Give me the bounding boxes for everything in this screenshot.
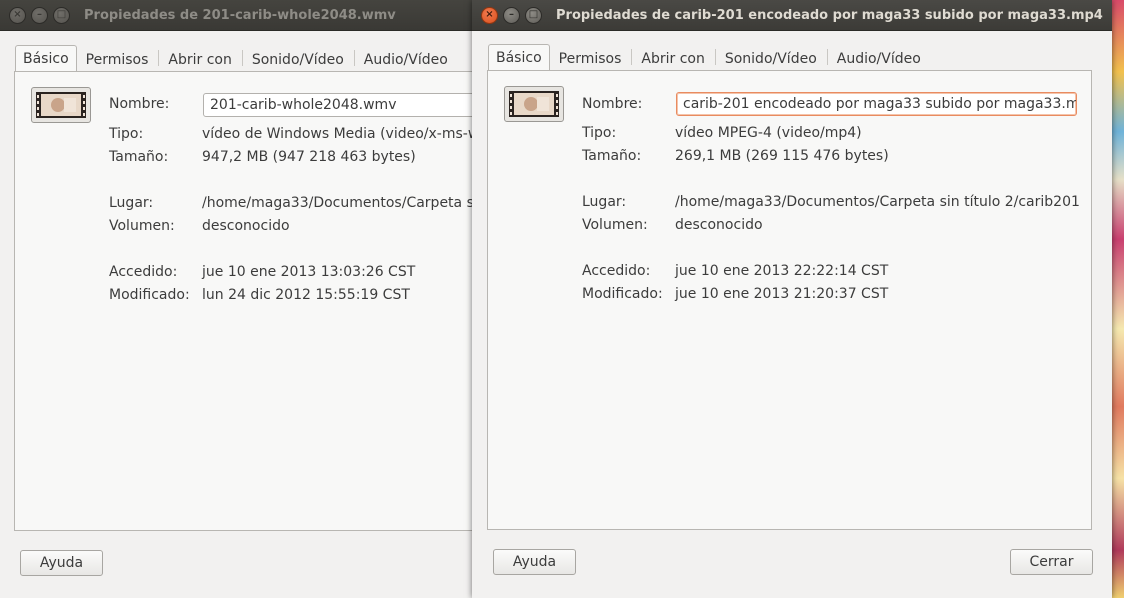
tab-basico[interactable]: Básico (15, 45, 77, 72)
window-title: Propiedades de 201-carib-whole2048.wmv (84, 7, 396, 23)
size-label: Tamaño: (582, 148, 642, 164)
tab-separator (353, 50, 355, 66)
name-field[interactable]: 201-carib-whole2048.wmv (203, 93, 478, 117)
maximize-icon: □ (528, 9, 539, 20)
tab-separator (714, 49, 716, 65)
properties-window-mp4: × – □ Propiedades de carib-201 encodeado… (472, 0, 1112, 598)
volume-label: Volumen: (582, 217, 648, 233)
maximize-window-button[interactable]: □ (53, 6, 70, 24)
close-window-button[interactable]: × (481, 6, 498, 24)
window-titlebar[interactable]: × – □ Propiedades de carib-201 encodeado… (472, 0, 1112, 31)
accessed-value: jue 10 ene 2013 13:03:26 CST (202, 264, 416, 280)
video-thumbnail-icon (36, 92, 86, 118)
name-label: Nombre: (582, 96, 643, 112)
accessed-label: Accedido: (582, 263, 651, 279)
accessed-label: Accedido: (109, 264, 178, 280)
modified-value: lun 24 dic 2012 15:55:19 CST (202, 287, 410, 303)
location-label: Lugar: (582, 194, 627, 210)
window-title: Propiedades de carib-201 encodeado por m… (556, 7, 1103, 23)
modified-label: Modificado: (582, 286, 663, 302)
close-icon: × (13, 9, 22, 20)
close-button[interactable]: Cerrar (1010, 549, 1093, 575)
tab-permisos[interactable]: Permisos (78, 47, 157, 71)
maximize-window-button[interactable]: □ (525, 6, 542, 24)
tab-bar: Básico Permisos Abrir con Sonido/Vídeo A… (15, 44, 457, 72)
tab-separator (158, 50, 160, 66)
volume-value: desconocido (675, 217, 763, 233)
tab-sonido-video[interactable]: Sonido/Vídeo (244, 47, 352, 71)
minimize-icon: – (37, 9, 42, 20)
modified-value: jue 10 ene 2013 21:20:37 CST (675, 286, 889, 302)
help-button[interactable]: Ayuda (20, 550, 103, 576)
accessed-value: jue 10 ene 2013 22:22:14 CST (675, 263, 889, 279)
desktop-wallpaper (1112, 0, 1124, 598)
tab-separator (241, 50, 243, 66)
tab-abrir-con[interactable]: Abrir con (633, 46, 712, 70)
type-label: Tipo: (582, 125, 617, 141)
volume-label: Volumen: (109, 218, 175, 234)
location-value: /home/maga33/Documentos/Carpeta sin títu… (202, 195, 478, 211)
close-icon: × (485, 9, 494, 20)
size-value: 269,1 MB (269 115 476 bytes) (675, 148, 889, 164)
minimize-icon: – (509, 9, 514, 20)
window-titlebar[interactable]: × – □ Propiedades de 201-carib-whole2048… (0, 0, 478, 31)
volume-value: desconocido (202, 218, 290, 234)
location-value: /home/maga33/Documentos/Carpeta sin títu… (675, 194, 1080, 210)
tab-audio-video[interactable]: Audio/Vídeo (829, 46, 929, 70)
modified-label: Modificado: (109, 287, 190, 303)
name-label: Nombre: (109, 96, 170, 112)
tab-bar: Básico Permisos Abrir con Sonido/Vídeo A… (488, 43, 930, 71)
name-field[interactable]: carib-201 encodeado por maga33 subido po… (676, 92, 1077, 116)
location-label: Lugar: (109, 195, 154, 211)
tab-basico[interactable]: Básico (488, 44, 550, 71)
file-thumbnail (31, 87, 91, 123)
help-button[interactable]: Ayuda (493, 549, 576, 575)
minimize-window-button[interactable]: – (31, 6, 48, 24)
tab-separator (631, 49, 633, 65)
type-value: vídeo MPEG-4 (video/mp4) (675, 125, 862, 141)
tab-permisos[interactable]: Permisos (551, 46, 630, 70)
close-window-button[interactable]: × (9, 6, 26, 24)
type-label: Tipo: (109, 126, 144, 142)
minimize-window-button[interactable]: – (503, 6, 520, 24)
properties-window-wmv: × – □ Propiedades de 201-carib-whole2048… (0, 0, 478, 598)
size-label: Tamaño: (109, 149, 169, 165)
size-value: 947,2 MB (947 218 463 bytes) (202, 149, 416, 165)
file-thumbnail (504, 86, 564, 122)
tab-audio-video[interactable]: Audio/Vídeo (356, 47, 456, 71)
maximize-icon: □ (56, 9, 67, 20)
type-value: vídeo de Windows Media (video/x-ms-wmv) (202, 126, 478, 142)
tab-abrir-con[interactable]: Abrir con (160, 47, 239, 71)
tab-separator (826, 49, 828, 65)
video-thumbnail-icon (509, 91, 559, 117)
tab-sonido-video[interactable]: Sonido/Vídeo (717, 46, 825, 70)
